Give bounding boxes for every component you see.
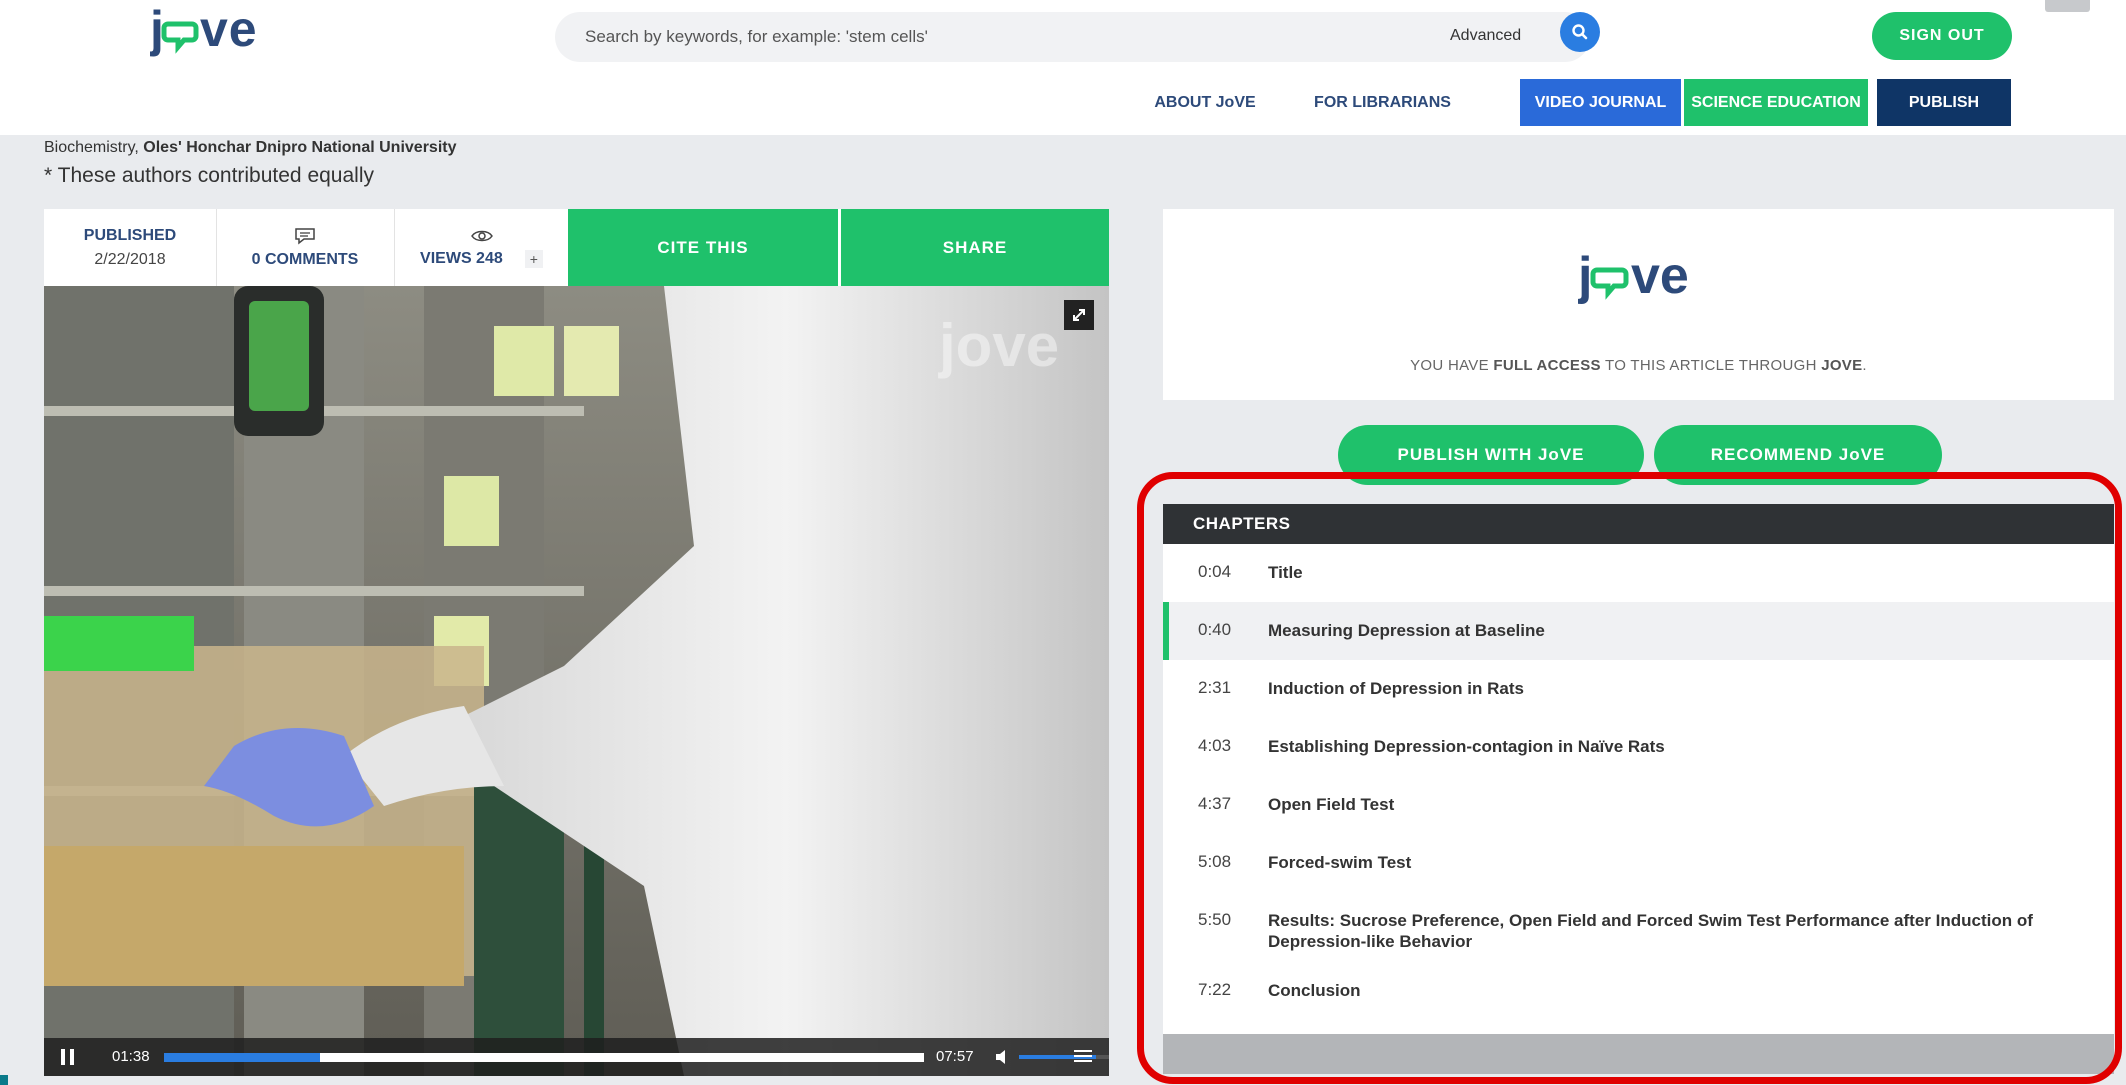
views-info: VIEWS 248 + (394, 209, 569, 286)
search-input[interactable] (585, 12, 1405, 62)
affiliation-university[interactable]: Oles' Honchar Dnipro National University (143, 139, 456, 156)
eye-icon (470, 230, 493, 241)
expand-icon (1073, 309, 1085, 321)
nav-science-education[interactable]: SCIENCE EDUCATION (1684, 79, 1868, 126)
views-count: VIEWS 248 (420, 249, 503, 267)
player-controls: 01:38 07:57 (44, 1038, 1109, 1076)
search-icon (1572, 24, 1588, 40)
menu-button[interactable] (1074, 1048, 1096, 1066)
nav-about[interactable]: ABOUT JoVE (1140, 79, 1270, 126)
pause-button[interactable] (60, 1048, 76, 1066)
seek-bar[interactable] (164, 1053, 924, 1062)
seek-progress (164, 1053, 320, 1062)
search-button[interactable] (1560, 12, 1600, 52)
advanced-search-link[interactable]: Advanced (1450, 27, 1521, 45)
access-message: YOU HAVE FULL ACCESS TO THIS ARTICLE THR… (1410, 357, 1867, 374)
page-edge-stub (0, 1075, 8, 1085)
search-bar: Advanced (555, 12, 1590, 62)
video-player[interactable]: jove 01:38 07:57 (44, 286, 1109, 1076)
sign-out-button[interactable]: SIGN OUT (1872, 12, 2012, 60)
share-button[interactable]: SHARE (841, 209, 1109, 286)
video-duration: 07:57 (936, 1048, 974, 1065)
mute-button[interactable] (994, 1049, 1014, 1065)
volume-icon (996, 1050, 1005, 1064)
equal-contribution-note: * These authors contributed equally (44, 164, 374, 187)
fullscreen-button[interactable] (1064, 300, 1094, 330)
nav-for-librarians[interactable]: FOR LIBRARIANS (1300, 79, 1465, 126)
nav-publish[interactable]: PUBLISH (1877, 79, 2011, 126)
comments-link[interactable]: 0 COMMENTS (216, 209, 394, 286)
published-date: 2/22/2018 (94, 250, 166, 268)
comments-count: 0 COMMENTS (251, 250, 359, 268)
access-panel: j ve YOU HAVE FULL ACCESS TO THIS ARTICL… (1163, 209, 2114, 400)
svg-text:jove: jove (938, 312, 1059, 379)
current-time: 01:38 (112, 1048, 150, 1065)
menu-icon (1074, 1050, 1092, 1062)
affiliation-department: Biochemistry, (44, 139, 144, 156)
highlight-frame (1137, 472, 2122, 1084)
jove-logo-mark: j ve (149, 1, 258, 57)
video-frame: jove (44, 286, 1109, 1076)
cite-this-button[interactable]: CITE THIS (568, 209, 838, 286)
published-label: PUBLISHED (83, 226, 177, 244)
svg-text:ve: ve (200, 4, 258, 57)
svg-text:ve: ve (1631, 249, 1689, 305)
svg-text:j: j (1578, 249, 1592, 305)
jove-logo[interactable]: j ve (149, 1, 265, 60)
published-info: PUBLISHED 2/22/2018 (44, 209, 216, 286)
views-row: VIEWS 248 + (420, 249, 543, 268)
nav-video-journal[interactable]: VIDEO JOURNAL (1520, 79, 1681, 126)
window-corner-tab (2045, 0, 2090, 12)
views-expand-button[interactable]: + (524, 249, 543, 268)
author-affiliation: Biochemistry, Oles' Honchar Dnipro Natio… (44, 139, 456, 157)
comment-icon (295, 227, 315, 245)
jove-logo-small: j ve (1578, 249, 1689, 305)
pause-icon (61, 1049, 74, 1065)
